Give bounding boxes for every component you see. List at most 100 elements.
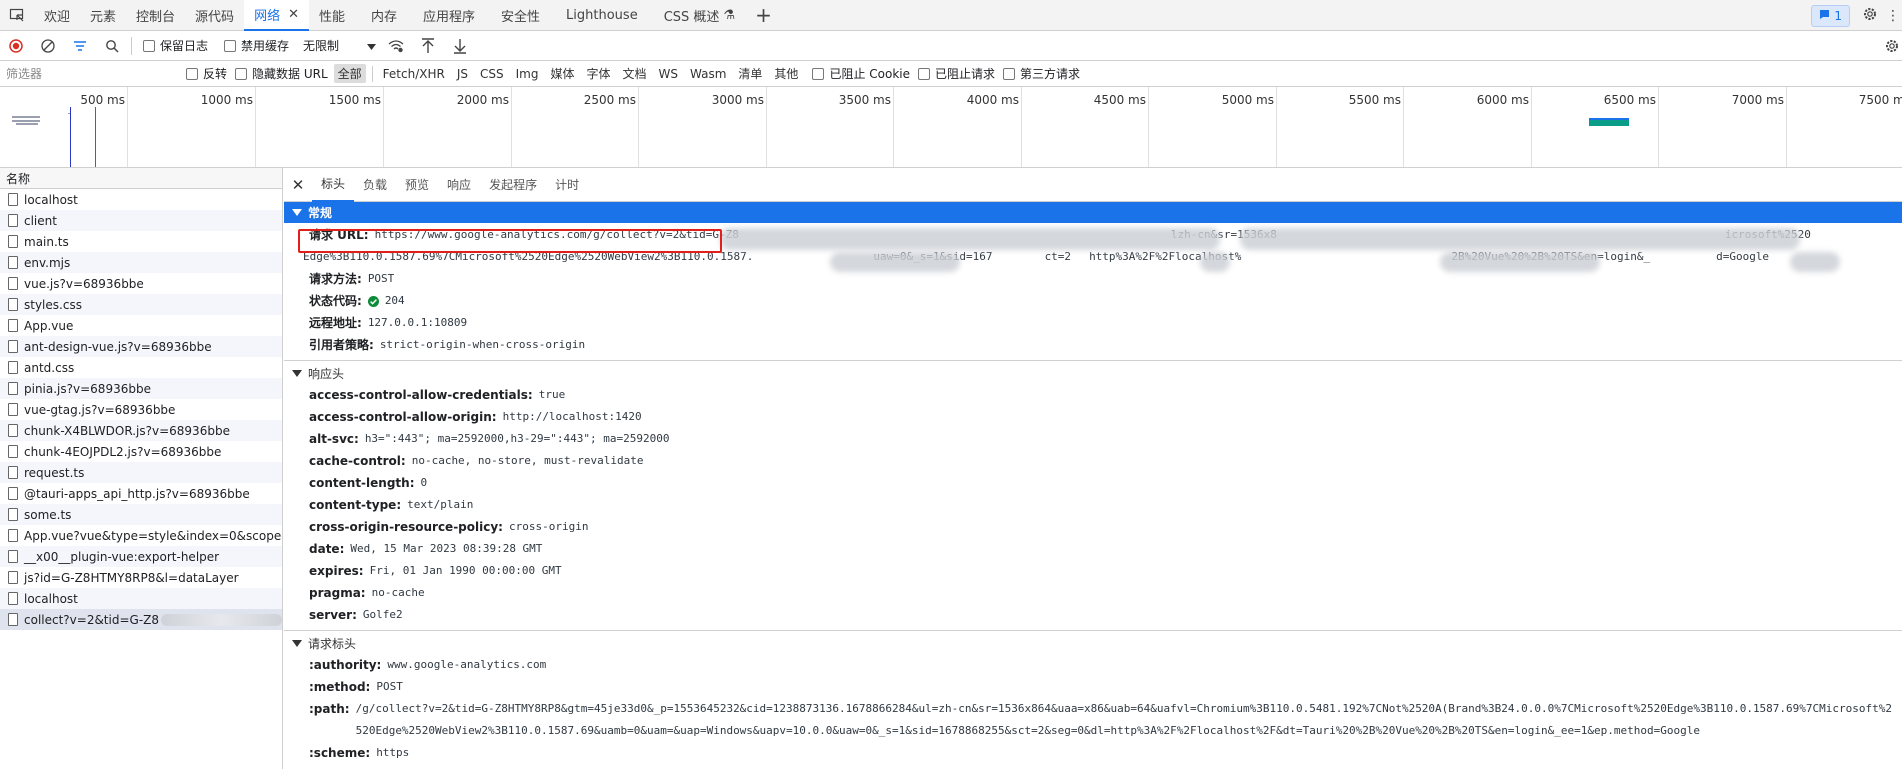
network-conditions-icon[interactable] (380, 31, 412, 61)
request-row[interactable]: chunk-4EOJPDL2.js?v=68936bbe (0, 441, 282, 462)
request-header-row: :authority: www.google-analytics.com (284, 654, 1902, 676)
request-row[interactable]: ant-design-vue.js?v=68936bbe (0, 336, 282, 357)
close-tab-icon[interactable]: ✕ (288, 7, 299, 22)
device-inspect-icon[interactable] (0, 0, 34, 31)
request-row[interactable]: App.vue?vue&type=style&index=0&scoped=..… (0, 525, 282, 546)
filter-type-css[interactable]: CSS (476, 66, 508, 82)
filter-type-img[interactable]: Img (512, 66, 543, 82)
tab-initiator-label: 发起程序 (489, 178, 538, 192)
close-detail-icon[interactable]: ✕ (284, 176, 312, 194)
add-tab-icon[interactable]: + (745, 3, 782, 27)
filter-type-all[interactable]: 全部 (333, 64, 366, 83)
filter-type-other[interactable]: 其他 (770, 64, 802, 83)
filter-type-manifest[interactable]: 清单 (734, 64, 766, 83)
request-name: @tauri-apps_api_http.js?v=68936bbe (24, 486, 250, 501)
tab-welcome[interactable]: 欢迎 (34, 0, 80, 31)
response-header-row: content-type: text/plain (284, 494, 1902, 516)
network-settings-gear-icon[interactable] (1884, 38, 1900, 57)
tab-preview[interactable]: 预览 (396, 168, 438, 202)
request-row-selected[interactable]: collect?v=2&tid=G-Z8 (0, 609, 282, 630)
hide-data-urls-checkbox[interactable]: 隐藏数据 URL (235, 65, 328, 82)
request-row[interactable]: vue-gtag.js?v=68936bbe (0, 399, 282, 420)
response-headers-section-header[interactable]: 响应头 (284, 363, 1902, 384)
request-row[interactable]: localhost (0, 189, 282, 210)
request-row[interactable]: env.mjs (0, 252, 282, 273)
tab-payload[interactable]: 负载 (354, 168, 396, 202)
blocked-requests-checkbox[interactable]: 已阻止请求 (917, 65, 995, 82)
request-row[interactable]: request.ts (0, 462, 282, 483)
response-header-row: access-control-allow-credentials: true (284, 384, 1902, 406)
filter-input[interactable]: 筛选器 (6, 63, 182, 85)
name-column-header[interactable]: 名称 (0, 168, 282, 189)
filter-type-ws[interactable]: WS (655, 66, 682, 82)
filter-type-wasm[interactable]: Wasm (686, 66, 730, 82)
tab-security[interactable]: 安全性 (491, 0, 550, 31)
request-row[interactable]: styles.css (0, 294, 282, 315)
document-icon (8, 382, 18, 395)
request-row[interactable]: some.ts (0, 504, 282, 525)
settings-gear-icon[interactable] (1862, 6, 1878, 25)
blocked-cookies-checkbox[interactable]: 已阻止 Cookie (812, 65, 910, 82)
overview-tick: 500 ms (80, 87, 128, 167)
checkbox-box[interactable] (235, 67, 248, 80)
request-row[interactable]: localhost (0, 588, 282, 609)
tick-label: 7500 ms (1858, 93, 1902, 107)
disable-cache-checkbox[interactable]: 禁用缓存 (224, 37, 289, 54)
request-row[interactable]: App.vue (0, 315, 282, 336)
tab-css-overview[interactable]: CSS 概述 ⚗ (654, 0, 745, 31)
clear-icon[interactable] (32, 31, 64, 61)
filter-type-doc[interactable]: 文档 (619, 64, 651, 83)
tab-sources[interactable]: 源代码 (185, 0, 244, 31)
import-har-icon[interactable] (412, 31, 444, 61)
invert-checkbox[interactable]: 反转 (186, 65, 227, 82)
tab-response[interactable]: 响应 (438, 168, 480, 202)
preserve-log-checkbox[interactable]: 保留日志 (143, 37, 208, 54)
tab-lighthouse[interactable]: Lighthouse (556, 0, 648, 31)
tab-headers[interactable]: 标头 (312, 168, 355, 202)
status-code-row: 状态代码: 204 (284, 290, 1902, 312)
checkbox-box[interactable] (1003, 67, 1015, 80)
general-section-header[interactable]: 常规 (284, 202, 1902, 223)
checkbox-box[interactable] (224, 39, 237, 52)
export-har-icon[interactable] (444, 31, 476, 61)
checkbox-box[interactable] (812, 67, 825, 80)
tab-network[interactable]: 网络 ✕ (244, 0, 309, 31)
more-options-icon[interactable]: ⋮ (1886, 8, 1900, 24)
request-row[interactable]: vue.js?v=68936bbe (0, 273, 282, 294)
search-icon[interactable] (96, 31, 128, 61)
filter-type-fetch-xhr[interactable]: Fetch/XHR (379, 66, 449, 82)
tab-memory[interactable]: 内存 (361, 0, 407, 31)
filter-icon[interactable] (64, 31, 96, 61)
request-header-row: :path: /g/collect?v=2&tid=G-Z8HTMY8RP8&gt… (284, 698, 1902, 742)
request-row[interactable]: js?id=G-Z8HTMY8RP8&l=dataLayer (0, 567, 282, 588)
request-row[interactable]: pinia.js?v=68936bbe (0, 378, 282, 399)
header-value: Fri, 01 Jan 1990 00:00:00 GMT (369, 564, 562, 577)
filter-type-font[interactable]: 字体 (582, 64, 614, 83)
request-row[interactable]: __x00__plugin-vue:export-helper (0, 546, 282, 567)
tab-initiator[interactable]: 发起程序 (480, 168, 546, 202)
checkbox-box[interactable] (186, 67, 198, 80)
request-row[interactable]: client (0, 210, 282, 231)
network-overview-timeline[interactable]: 500 ms 1000 ms 1500 ms 2000 ms 2500 ms 3… (0, 87, 1902, 168)
record-stop-icon[interactable] (0, 31, 32, 61)
request-url-value[interactable]: https://www.google-analytics.com/g/colle… (375, 224, 739, 246)
issues-counter-button[interactable]: 1 (1811, 4, 1850, 27)
throttling-select[interactable]: 无限制 (303, 37, 377, 54)
checkbox-box[interactable] (143, 39, 155, 52)
request-row[interactable]: antd.css (0, 357, 282, 378)
checkbox-box[interactable] (917, 67, 930, 80)
tab-elements[interactable]: 元素 (80, 0, 126, 31)
tab-performance[interactable]: 性能 (309, 0, 355, 31)
tab-console[interactable]: 控制台 (126, 0, 185, 31)
request-row[interactable]: @tauri-apps_api_http.js?v=68936bbe (0, 483, 282, 504)
third-party-checkbox[interactable]: 第三方请求 (1003, 65, 1080, 82)
filter-type-media[interactable]: 媒体 (546, 64, 578, 83)
filter-divider (371, 65, 373, 82)
request-row[interactable]: chunk-X4BLWDOR.js?v=68936bbe (0, 420, 282, 441)
request-headers-section-header[interactable]: 请求标头 (284, 633, 1902, 654)
tab-application[interactable]: 应用程序 (413, 0, 485, 31)
request-row[interactable]: main.ts (0, 231, 282, 252)
tab-timing[interactable]: 计时 (546, 168, 588, 202)
filter-type-js[interactable]: JS (453, 66, 472, 82)
document-icon (8, 508, 18, 521)
